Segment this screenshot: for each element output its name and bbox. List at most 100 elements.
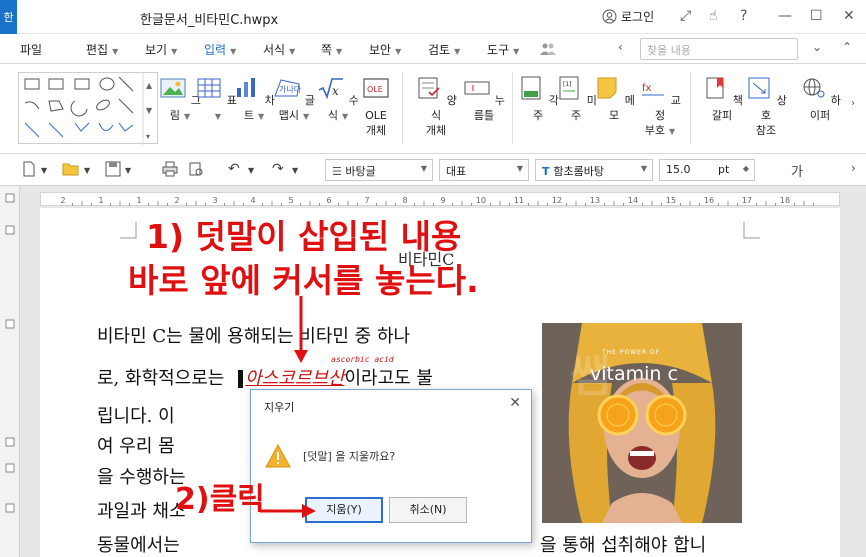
dialog-close-icon[interactable]: ✕ [509, 395, 521, 411]
help-icon[interactable]: ? [740, 8, 747, 24]
outline-select[interactable]: 대표 ▼ [439, 159, 529, 181]
char-format-button[interactable]: 가 [791, 161, 803, 180]
ribbon-crossref-button[interactable]: 상호 참조 [744, 76, 788, 139]
document-line[interactable]: 과일과 채소 [97, 497, 186, 523]
maximize-button[interactable]: ☐ [810, 8, 823, 24]
font-value: 함초롬바탕 [553, 165, 604, 178]
ribbon-separator [690, 72, 691, 144]
spin-icon: ◆ [742, 164, 749, 173]
minimize-button[interactable]: — [778, 8, 792, 24]
open-folder-icon[interactable] [62, 161, 80, 177]
ribbon-hyperlink-button[interactable]: 하이퍼 [798, 76, 842, 124]
svg-text:fx: fx [642, 83, 652, 94]
print-icon[interactable] [162, 161, 178, 177]
font-size-value: 15.0 [666, 163, 691, 176]
chevron-down-icon: ▼ [303, 111, 310, 121]
document-line[interactable]: 립니다. 이 [97, 402, 175, 428]
ruler-mark: 10 [476, 196, 486, 205]
chevron-down-icon[interactable]: ▼ [248, 166, 254, 175]
menu-review[interactable]: 검토 ▼ [428, 41, 460, 58]
ribbon-ole-button[interactable]: OLE OLE 개체 [354, 76, 398, 139]
ribbon-chart-button[interactable]: 차트 ▼ [232, 76, 276, 124]
chevron-down-icon: ▼ [183, 111, 191, 121]
equation-icon: x [318, 78, 344, 100]
chevron-down-icon[interactable]: ▼ [292, 166, 298, 175]
ruler-mark: 9 [440, 196, 445, 205]
ruler-mark: 1 [98, 196, 103, 205]
save-icon[interactable] [105, 161, 121, 177]
document-line-text: 이라고도 불 [344, 368, 433, 389]
style-select[interactable]: ☰ 바탕글 ▼ [325, 159, 433, 181]
document-line[interactable]: 동물에서는 [97, 531, 180, 557]
text-cursor [238, 370, 244, 388]
delete-dialog[interactable]: 지우기 ✕ [덧말] 을 지울까요? 지움(Y) 취소(N) [250, 389, 532, 543]
ribbon-form-button[interactable]: 양식 개체 [414, 76, 458, 139]
chevron-down-icon: ▼ [640, 164, 647, 173]
ribbon-wordart-button[interactable]: 가나다 글맵시 ▼ [272, 76, 316, 124]
close-button[interactable]: ✕ [843, 8, 855, 24]
login-button[interactable]: 로그인 [602, 8, 654, 25]
hand-icon[interactable]: ☝ [709, 8, 718, 24]
overline-annotation: ascorbic acid [331, 355, 394, 364]
menu-tools[interactable]: 도구 ▼ [487, 41, 519, 58]
endnote-icon: [1] [559, 76, 579, 100]
format-toolbar: ▼ ▼ ▼ ↶ ▼ ↷ ▼ ☰ 바탕글 ▼ 대표 ▼ T 함초롬바탕 ▼ 15.… [0, 154, 866, 186]
people-icon[interactable] [540, 42, 556, 56]
chevron-down-icon: ▼ [214, 111, 222, 121]
undo-icon[interactable]: ↶ [228, 161, 240, 177]
annotation-step1-line1: 1) 덧말이 삽입된 내용 [146, 217, 462, 256]
chevron-down-icon[interactable]: ▼ [84, 166, 90, 175]
menu-security[interactable]: 보안 ▼ [369, 41, 401, 58]
ruler-mark: 17 [742, 196, 752, 205]
ruler-mark: 7 [364, 196, 369, 205]
document-line[interactable]: 비타민 C는 물에 용해되는 비타민 중 하나 [97, 322, 410, 348]
chevron-down-icon[interactable]: ▼ [41, 166, 47, 175]
menu-page-label: 쪽 [321, 43, 333, 57]
search-input[interactable]: 찾을 내용 [640, 38, 798, 60]
chevron-down-icon[interactable]: ▼ [125, 166, 131, 175]
document-line[interactable]: 을 통해 섭취해야 합니 [540, 531, 706, 557]
document-line[interactable]: 여 우리 몸 [97, 432, 175, 458]
redo-icon[interactable]: ↷ [272, 161, 284, 177]
menu-format[interactable]: 서식 ▼ [263, 41, 295, 58]
overline-text[interactable]: 아스코르브산 [245, 368, 344, 389]
ribbon-separator [402, 72, 403, 144]
paragraph-style-icon: ☰ [332, 165, 346, 178]
expand-icon[interactable]: ⤢ [680, 8, 691, 24]
menu-view-label: 보기 [145, 43, 168, 57]
ribbon-bookmark-button[interactable]: 책갈피 [700, 76, 744, 124]
chevron-down-icon: ▼ [513, 47, 520, 56]
shape-gallery[interactable]: ▲ ▼ ▾ [18, 72, 158, 145]
font-size-unit: pt [718, 163, 730, 176]
menu-page[interactable]: 쪽 ▼ [321, 41, 342, 58]
ribbon-proof-button[interactable]: fx 교정 부호 ▼ [638, 76, 682, 139]
chevron-down-icon: ▼ [341, 111, 349, 121]
new-document-icon[interactable] [22, 161, 36, 177]
ribbon-memo-button[interactable]: 메모 [592, 76, 636, 124]
chevron-left-icon[interactable]: ‹ [618, 40, 623, 54]
chevron-down-icon: ▼ [454, 47, 461, 56]
menu-edit[interactable]: 편집 ▼ [86, 41, 118, 58]
print-preview-icon[interactable] [188, 161, 204, 177]
ribbon-scroll-right-icon[interactable]: › [851, 98, 855, 109]
chevron-down-icon[interactable]: ⌄ [812, 40, 822, 54]
window-title: 한글문서_비타민C.hwpx [140, 13, 279, 28]
ribbon-pushbutton-button[interactable]: 누름틀 [462, 76, 506, 124]
menu-insert[interactable]: 입력 ▼ [199, 41, 247, 66]
ruler-mark: 14 [628, 196, 638, 205]
toolbar-scroll-right-icon[interactable]: › [851, 161, 856, 175]
font-select[interactable]: T 함초롬바탕 ▼ [535, 159, 653, 181]
delete-confirm-button[interactable]: 지움(Y) [305, 497, 383, 523]
menu-edit-label: 편집 [86, 43, 109, 57]
chevron-up-icon[interactable]: ⌃ [842, 40, 852, 54]
ribbon-form-label: 양식 개체 [425, 94, 457, 137]
cancel-button[interactable]: 취소(N) [389, 497, 467, 523]
menu-file[interactable]: 파일 [20, 41, 42, 58]
form-icon [418, 77, 440, 99]
font-size-input[interactable]: 15.0 pt ◆ [659, 159, 755, 181]
ole-icon: OLE [363, 78, 389, 98]
document-line[interactable]: 을 수행하는 [97, 463, 186, 489]
menu-view[interactable]: 보기 ▼ [145, 41, 177, 58]
document-line[interactable]: 로, 화학적으로는 아스코르브산이라고도 불 [97, 364, 433, 390]
ruler-mark: 5 [288, 196, 293, 205]
